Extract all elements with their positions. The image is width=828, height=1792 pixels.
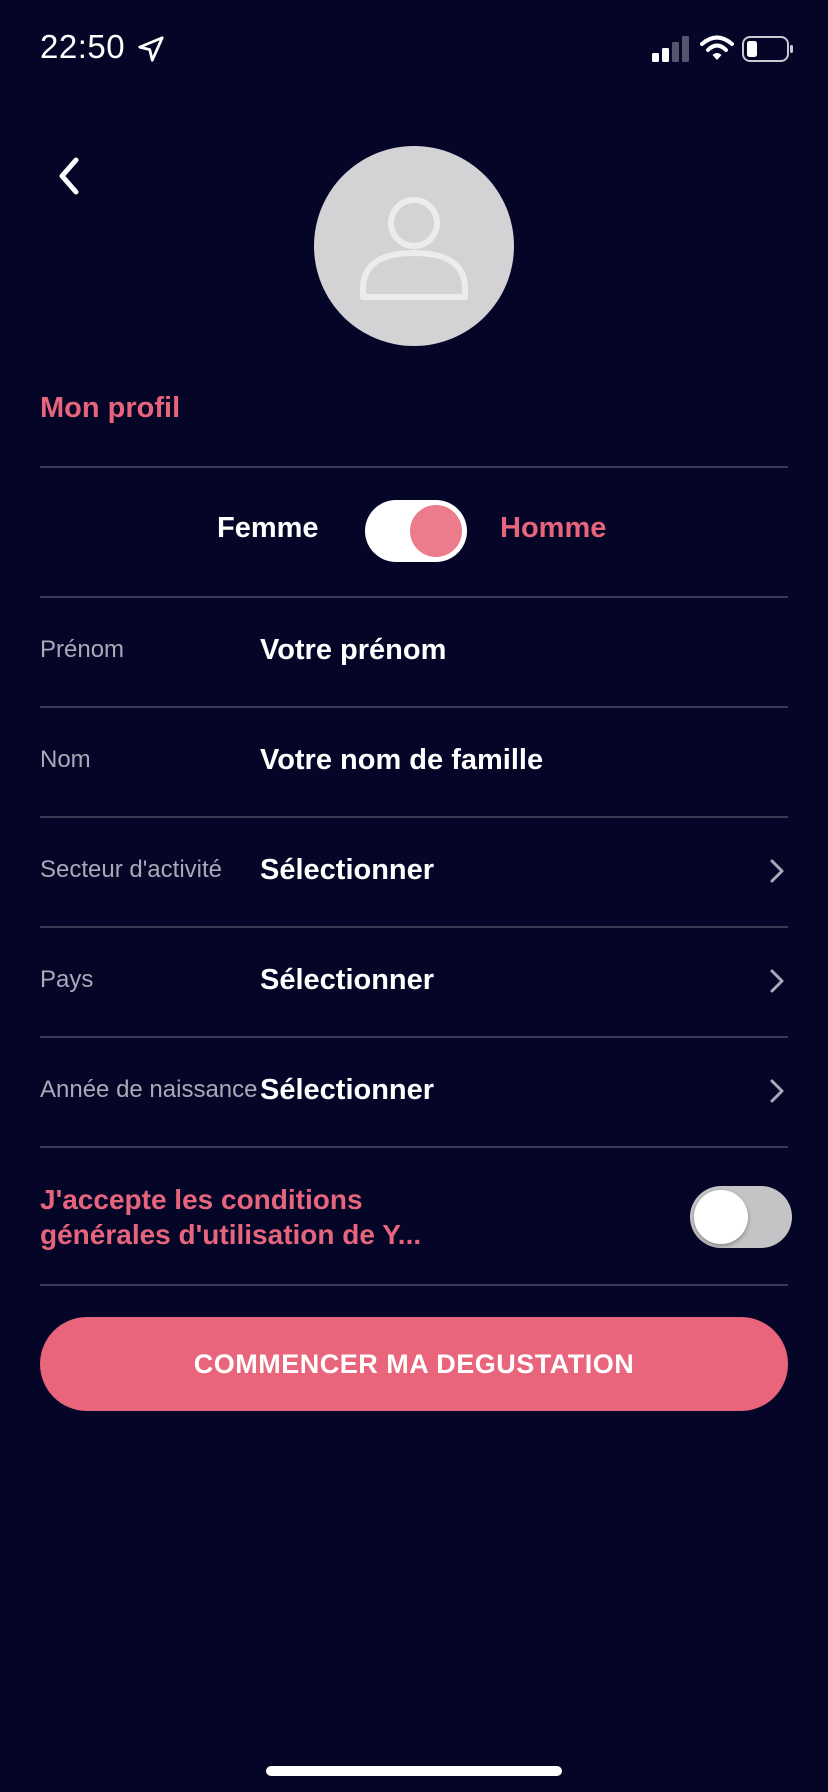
gender-label-homme[interactable]: Homme (500, 512, 606, 545)
battery-icon (742, 36, 793, 62)
back-button[interactable] (48, 150, 92, 202)
chevron-right-icon (770, 859, 784, 883)
wifi-icon (700, 35, 734, 60)
secteur-select[interactable]: Sélectionner (260, 854, 434, 887)
field-label: Prénom (40, 636, 125, 663)
status-time: 22:50 (40, 28, 126, 65)
pays-select[interactable]: Sélectionner (260, 964, 434, 997)
profile-avatar[interactable] (314, 146, 514, 346)
chevron-right-icon (770, 969, 784, 993)
gender-toggle-knob (410, 505, 462, 557)
user-placeholder-icon (360, 197, 468, 300)
field-row-prenom[interactable]: Prénom Votre prénom (40, 598, 788, 706)
terms-text[interactable]: J'accepte les conditions générales d'uti… (40, 1182, 600, 1252)
field-label: Année de naissance (40, 1076, 258, 1103)
location-arrow-icon (138, 36, 164, 62)
start-tasting-button[interactable]: COMMENCER MA DEGUSTATION (40, 1317, 788, 1411)
terms-toggle-knob (694, 1190, 748, 1244)
terms-line-2: générales d'utilisation de Y... (40, 1219, 422, 1250)
divider (40, 1284, 788, 1286)
field-label: Nom (40, 746, 91, 773)
nom-input[interactable]: Votre nom de famille (260, 744, 543, 777)
section-title: Mon profil (40, 392, 181, 424)
annee-select[interactable]: Sélectionner (260, 1074, 434, 1107)
field-label: Pays (40, 966, 94, 993)
chevron-right-icon (770, 1079, 784, 1103)
field-row-secteur[interactable]: Secteur d'activité Sélectionner (40, 818, 788, 926)
divider (40, 1146, 788, 1148)
field-row-annee[interactable]: Année de naissance Sélectionner (40, 1038, 788, 1146)
field-label: Secteur d'activité (40, 856, 223, 883)
gender-label-femme[interactable]: Femme (217, 512, 319, 545)
terms-line-1: J'accepte les conditions (40, 1184, 363, 1215)
cellular-signal-icon (652, 36, 689, 62)
divider (40, 466, 788, 468)
field-row-nom[interactable]: Nom Votre nom de famille (40, 708, 788, 816)
gender-toggle[interactable] (365, 500, 467, 562)
home-indicator[interactable] (266, 1766, 562, 1776)
prenom-input[interactable]: Votre prénom (260, 634, 446, 667)
field-row-pays[interactable]: Pays Sélectionner (40, 928, 788, 1036)
terms-toggle[interactable] (690, 1186, 792, 1248)
